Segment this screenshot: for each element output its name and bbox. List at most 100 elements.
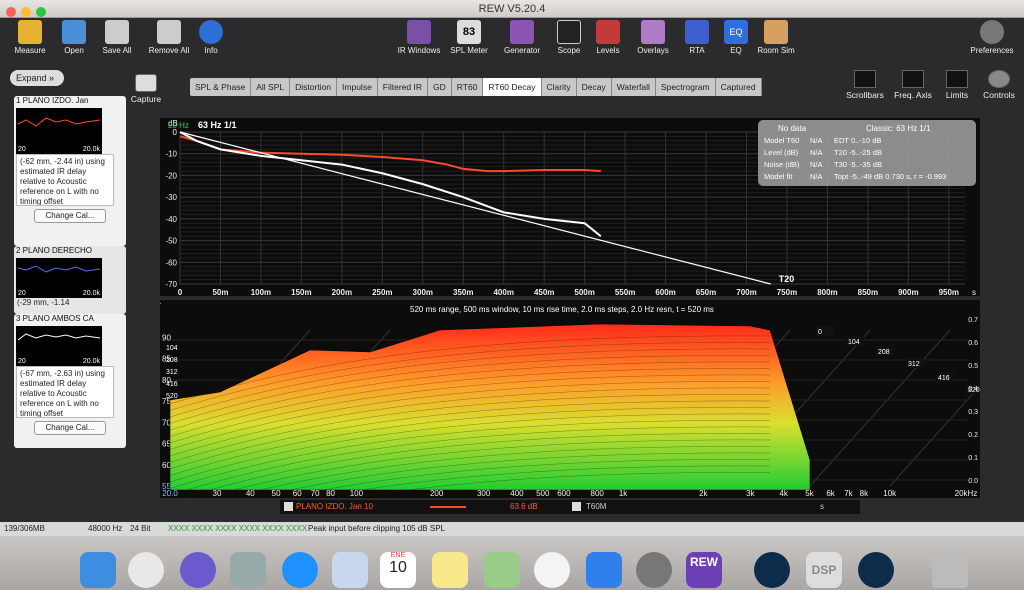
tab-rt60[interactable]: RT60 (452, 78, 484, 96)
photos-icon[interactable] (534, 552, 570, 588)
tab-rt60-decay[interactable]: RT60 Decay (483, 78, 542, 96)
preferences-button[interactable]: Preferences (964, 20, 1020, 55)
x-tick-label: 80 (326, 489, 335, 498)
controls-button[interactable]: Controls (974, 70, 1024, 100)
dock: ENE 10 REW DSP (0, 536, 1024, 590)
app-store-icon[interactable] (586, 552, 622, 588)
info-button[interactable]: Info (183, 20, 239, 55)
y-tick-label: -70 (165, 280, 177, 289)
x-tick-label: 100 (350, 489, 364, 498)
capture-button[interactable]: Capture (122, 74, 170, 104)
t20-label: T20 (779, 274, 795, 284)
freq-axis-button[interactable]: Freq. Axis (888, 70, 938, 100)
measurement-card-2[interactable]: 2 PLANO DERECHO 20 20.0k (-29 mm, -1.14 (14, 246, 126, 314)
info-label: Info (204, 46, 218, 55)
legend-checkbox[interactable] (284, 502, 293, 511)
tab-waterfall[interactable]: Waterfall (612, 78, 656, 96)
scrollbars-button[interactable]: Scrollbars (840, 70, 890, 100)
spl-meter-button[interactable]: 83 SPL Meter (441, 20, 497, 55)
chrome-icon[interactable] (128, 552, 164, 588)
y-tick-label: -40 (165, 215, 177, 224)
limits-label: Limits (945, 90, 969, 100)
dsp-app-icon[interactable]: DSP (806, 552, 842, 588)
x-tick-label: 8k (860, 489, 869, 498)
toolbar: Measure Open Save All Remove All Info IR… (0, 18, 1024, 68)
preferences-label: Preferences (970, 46, 1014, 55)
tab-impulse[interactable]: Impulse (337, 78, 378, 96)
save-all-button[interactable]: Save All (89, 20, 145, 55)
measurement-card-1[interactable]: 1 PLANO IZDO. Jan 20 20.0k (-62 mm, -2.4… (14, 96, 126, 246)
depth-tick-label: 312 (908, 361, 920, 368)
calendar-icon[interactable]: ENE 10 (380, 552, 416, 588)
measurement-card-3[interactable]: 3 PLANO AMBOS CA 20 20.0k (-67 mm, -2.63… (14, 314, 126, 448)
finder-icon[interactable] (80, 552, 116, 588)
capture-label: Capture (130, 94, 162, 104)
x-tick-label: 10k (883, 489, 897, 498)
tab-gd[interactable]: GD (428, 78, 452, 96)
y-tick-label: 90 (162, 333, 171, 342)
thumb-x-from: 20 (18, 146, 26, 153)
thumb-x-to: 20.0k (82, 146, 100, 153)
tab-spectrogram[interactable]: Spectrogram (656, 78, 716, 96)
tab-distortion[interactable]: Distortion (290, 78, 338, 96)
camera-icon (135, 74, 157, 92)
info-row-label: Model fit (764, 172, 793, 181)
info-header-right: Classic: 63 Hz 1/1 (866, 124, 931, 133)
x-tick-label: 800 (591, 489, 605, 498)
dirac-icon[interactable] (754, 552, 790, 588)
dirac-live-icon[interactable] (858, 552, 894, 588)
launchpad-icon[interactable] (230, 552, 266, 588)
tab-all-spl[interactable]: All SPL (251, 78, 291, 96)
change-cal-button[interactable]: Change Cal... (34, 421, 106, 435)
bit-depth-status: 24 Bit (130, 524, 151, 533)
rew-app-icon[interactable]: REW (686, 552, 722, 588)
x-tick-label: 650m (696, 288, 716, 296)
info-header-left: No data (778, 124, 807, 133)
ir-windows-icon (407, 20, 431, 44)
x-tick-label: 2k (699, 489, 708, 498)
dsp-app-label: DSP (811, 563, 837, 577)
overlays-label: Overlays (637, 46, 669, 55)
t60-checkbox[interactable] (572, 502, 581, 511)
x-tick-label: 30 (213, 489, 222, 498)
x-tick-label: 100m (251, 288, 271, 296)
siri-icon[interactable] (180, 552, 216, 588)
change-cal-button[interactable]: Change Cal... (34, 209, 106, 223)
title-bar: REW V5.20.4 (0, 0, 1024, 18)
tab-decay[interactable]: Decay (577, 78, 612, 96)
calendar-month: ENE (390, 552, 406, 559)
eq-label: EQ (730, 46, 742, 55)
system-preferences-icon[interactable] (636, 552, 672, 588)
freq-label: 20 Hz (168, 121, 189, 130)
safari-icon[interactable] (282, 552, 318, 588)
calendar-day: 10 (389, 559, 407, 576)
status-bar: 139/306MB 48000 Hz 24 Bit XXXX XXXX XXXX… (0, 522, 1024, 536)
z-tick-label: 0.1 (968, 455, 978, 462)
ir-windows-button[interactable]: IR Windows (391, 20, 447, 55)
x-tick-label: 550m (615, 288, 635, 296)
y-tick-label: -60 (165, 258, 177, 267)
z-tick-label: 0.2 (968, 432, 978, 439)
trash-icon[interactable] (932, 552, 968, 588)
measurement-notes: (-62 mm, -2.44 in) using estimated IR de… (16, 154, 114, 206)
tab-spl-phase[interactable]: SPL & Phase (190, 78, 252, 96)
maps-icon[interactable] (484, 552, 520, 588)
tab-captured[interactable]: Captured (716, 78, 762, 96)
room-sim-button[interactable]: Room Sim (748, 20, 804, 55)
rt60-decay-plot[interactable]: 0 50m 100m 150m 200m 250m 300m 350m 400m 450m 500m… (160, 118, 980, 297)
info-row-value: N/A (810, 172, 823, 181)
expand-button[interactable]: Expand » (10, 70, 64, 86)
x-tick-label: 60 (293, 489, 302, 498)
left-depth-label: 208 (166, 357, 178, 364)
x-tick-label: 350m (453, 288, 473, 296)
notes-icon[interactable] (432, 552, 468, 588)
waterfall-plot[interactable]: 520 ms range, 500 ms window, 10 ms rise … (146, 297, 1024, 541)
thumb-x-to: 20.0k (82, 290, 100, 297)
scope-icon (557, 20, 581, 44)
z-tick-label: 0.4 (968, 386, 978, 393)
depth-tick-label: 208 (878, 349, 890, 356)
tab-filtered-ir[interactable]: Filtered IR (378, 78, 429, 96)
tab-clarity[interactable]: Clarity (542, 78, 577, 96)
mail-icon[interactable] (332, 552, 368, 588)
depth-tick-label: 104 (848, 339, 860, 346)
